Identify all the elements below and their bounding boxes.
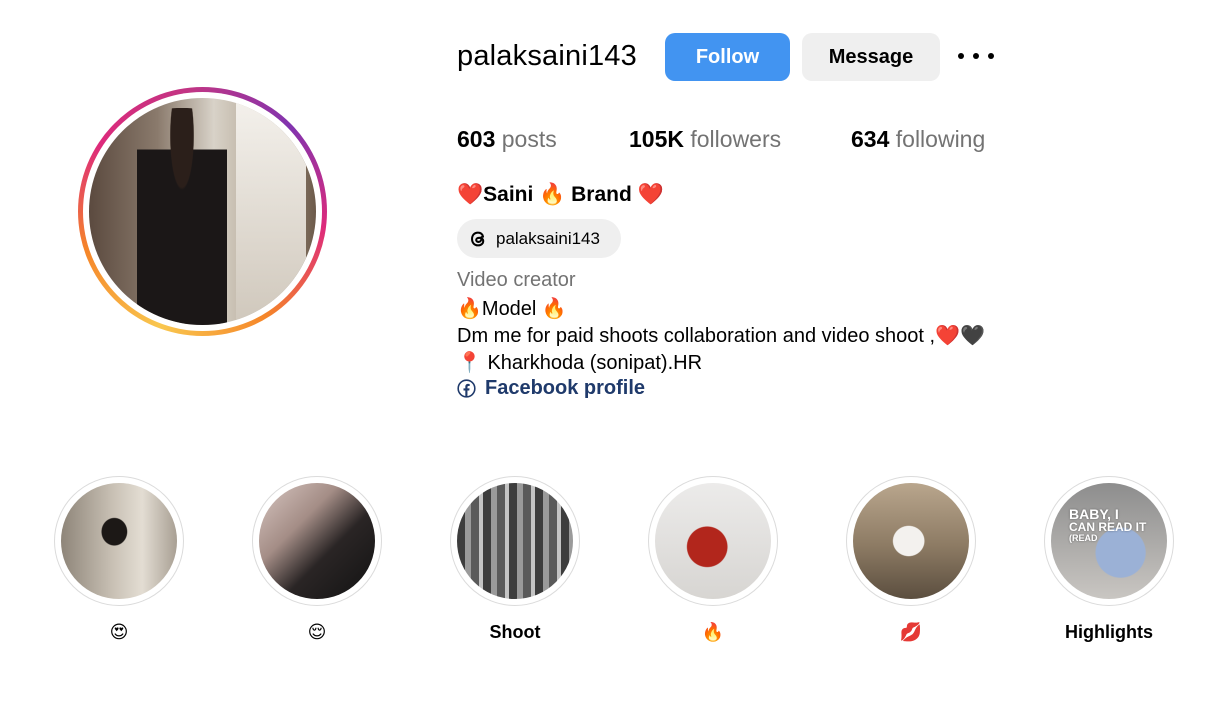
threads-icon (471, 231, 485, 246)
posts-label: posts (501, 126, 557, 152)
bio-line: 📍 Kharkhoda (sonipat).HR (457, 352, 703, 374)
posts-count: 603 (457, 126, 496, 152)
threads-link[interactable]: palaksaini143 (457, 219, 621, 258)
story-highlight[interactable]: 😌 (252, 476, 382, 642)
highlight-cover (457, 483, 573, 599)
more-options-icon[interactable] (958, 44, 994, 68)
story-highlight[interactable]: 🔥 (648, 476, 778, 642)
facebook-profile-label: Facebook profile (485, 377, 646, 399)
highlight-ring (252, 476, 382, 606)
more-dot (973, 53, 979, 59)
story-highlight[interactable]: Shoot (450, 476, 580, 642)
message-button[interactable]: Message (802, 33, 940, 81)
highlight-cover: BABY, I CAN READ IT (READ (1051, 483, 1167, 599)
highlight-ring (54, 476, 184, 606)
highlight-label: 😌 (307, 622, 327, 642)
follow-button[interactable]: Follow (665, 33, 790, 81)
highlight-cover (853, 483, 969, 599)
more-dot (988, 53, 994, 59)
more-dot (958, 53, 964, 59)
avatar-photo-background (236, 98, 306, 325)
followers-stat[interactable]: 105K followers (629, 126, 781, 153)
highlight-cover (655, 483, 771, 599)
following-count: 634 (851, 126, 890, 152)
story-highlight[interactable]: 💋 (846, 476, 976, 642)
story-highlight[interactable]: BABY, I CAN READ IT (READ Highlights (1044, 476, 1174, 642)
followers-label: followers (690, 126, 782, 152)
highlight-cover (61, 483, 177, 599)
highlight-ring (648, 476, 778, 606)
highlight-cover-text: BABY, I CAN READ IT (READ (1069, 506, 1147, 543)
followers-count: 105K (629, 126, 684, 152)
highlight-label: Shoot (489, 622, 541, 642)
profile-username: palaksaini143 (457, 40, 637, 72)
profile-category: Video creator (457, 269, 576, 291)
profile-avatar[interactable] (78, 87, 327, 336)
bio-line: Dm me for paid shoots collaboration and … (457, 325, 985, 347)
following-stat[interactable]: 634 following (851, 126, 985, 153)
bio-line: 🔥Model 🔥 (457, 298, 567, 320)
highlight-label: 🔥 (701, 622, 725, 642)
avatar-photo-figure (137, 108, 227, 325)
highlight-label: 💋 (899, 622, 923, 642)
threads-handle: palaksaini143 (496, 228, 600, 248)
highlight-cover (259, 483, 375, 599)
avatar-photo (89, 98, 316, 325)
story-highlight[interactable]: 😍 (54, 476, 184, 642)
highlight-ring (450, 476, 580, 606)
highlight-ring: BABY, I CAN READ IT (READ (1044, 476, 1174, 606)
highlight-label: Highlights (1065, 622, 1153, 642)
profile-full-name: ❤️Saini 🔥 Brand ❤️ (457, 183, 664, 206)
following-label: following (895, 126, 986, 152)
highlight-ring (846, 476, 976, 606)
posts-stat: 603 posts (457, 126, 557, 153)
facebook-profile-link[interactable]: Facebook profile (457, 377, 645, 400)
highlight-label: 😍 (109, 622, 129, 642)
facebook-icon (457, 379, 476, 398)
